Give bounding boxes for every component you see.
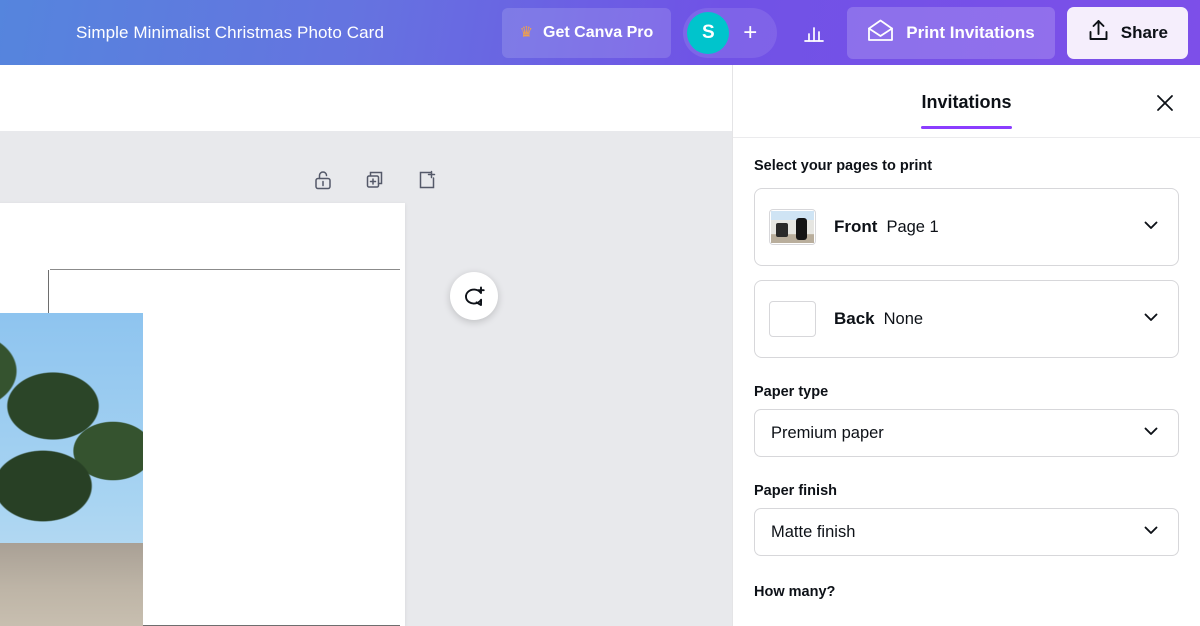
unlock-icon[interactable] — [308, 165, 338, 195]
front-page-thumbnail — [769, 209, 816, 245]
photo-ground — [0, 543, 143, 626]
page-tools — [308, 165, 442, 195]
back-page-value: None — [884, 310, 923, 329]
card-photo[interactable] — [0, 313, 143, 626]
paper-finish-select[interactable]: Matte finish — [754, 508, 1179, 556]
app-header: Simple Minimalist Christmas Photo Card ♛… — [0, 0, 1200, 65]
get-canva-pro-label: Get Canva Pro — [543, 24, 653, 42]
back-side-label: Back — [834, 309, 875, 329]
collaborators-group: S + — [683, 8, 777, 58]
close-icon[interactable] — [1151, 89, 1179, 117]
how-many-label: How many? — [754, 584, 1179, 600]
paper-type-select[interactable]: Premium paper — [754, 409, 1179, 457]
avatar[interactable]: S — [687, 12, 729, 54]
crown-icon: ♛ — [520, 25, 533, 40]
paper-type-value: Premium paper — [771, 424, 884, 443]
share-button[interactable]: Share — [1067, 7, 1188, 59]
front-side-label: Front — [834, 217, 877, 237]
back-page-thumbnail — [769, 301, 816, 337]
pages-section-label: Select your pages to print — [754, 158, 1179, 174]
canvas-toolbar-band — [0, 65, 732, 131]
panel-header: Invitations — [733, 65, 1200, 138]
page-row-back[interactable]: Back None — [754, 280, 1179, 358]
tab-invitations[interactable]: Invitations — [921, 74, 1011, 129]
share-upload-icon — [1087, 18, 1110, 47]
editor-area: AS — [0, 65, 732, 626]
paper-type-label: Paper type — [754, 384, 1179, 400]
panel-body: Select your pages to print Front Page 1 … — [733, 138, 1200, 626]
chevron-down-icon[interactable] — [1140, 519, 1162, 546]
duplicate-page-icon[interactable] — [360, 165, 390, 195]
open-envelope-icon — [867, 18, 894, 48]
header-actions: ♛ Get Canva Pro S + Print Invitations — [502, 0, 1200, 65]
chevron-down-icon[interactable] — [1140, 214, 1162, 241]
canvas-stage[interactable]: AS — [0, 131, 732, 626]
card-heading-text: AS — [0, 253, 1, 284]
print-invitations-button[interactable]: Print Invitations — [847, 7, 1054, 59]
document-title[interactable]: Simple Minimalist Christmas Photo Card — [76, 23, 384, 43]
print-invitations-label: Print Invitations — [906, 23, 1034, 43]
plus-icon[interactable]: + — [729, 12, 771, 54]
get-canva-pro-button[interactable]: ♛ Get Canva Pro — [502, 8, 672, 58]
design-card-page[interactable]: AS — [0, 203, 405, 626]
paper-finish-label: Paper finish — [754, 483, 1179, 499]
add-comment-icon[interactable] — [450, 272, 498, 320]
chevron-down-icon[interactable] — [1140, 306, 1162, 333]
invitations-panel: Invitations Select your pages to print F… — [732, 65, 1200, 626]
page-row-front[interactable]: Front Page 1 — [754, 188, 1179, 266]
paper-finish-value: Matte finish — [771, 523, 855, 542]
chevron-down-icon[interactable] — [1140, 420, 1162, 447]
bar-chart-icon[interactable] — [791, 8, 837, 58]
front-page-value: Page 1 — [886, 218, 938, 237]
share-label: Share — [1121, 23, 1168, 43]
add-page-icon[interactable] — [412, 165, 442, 195]
